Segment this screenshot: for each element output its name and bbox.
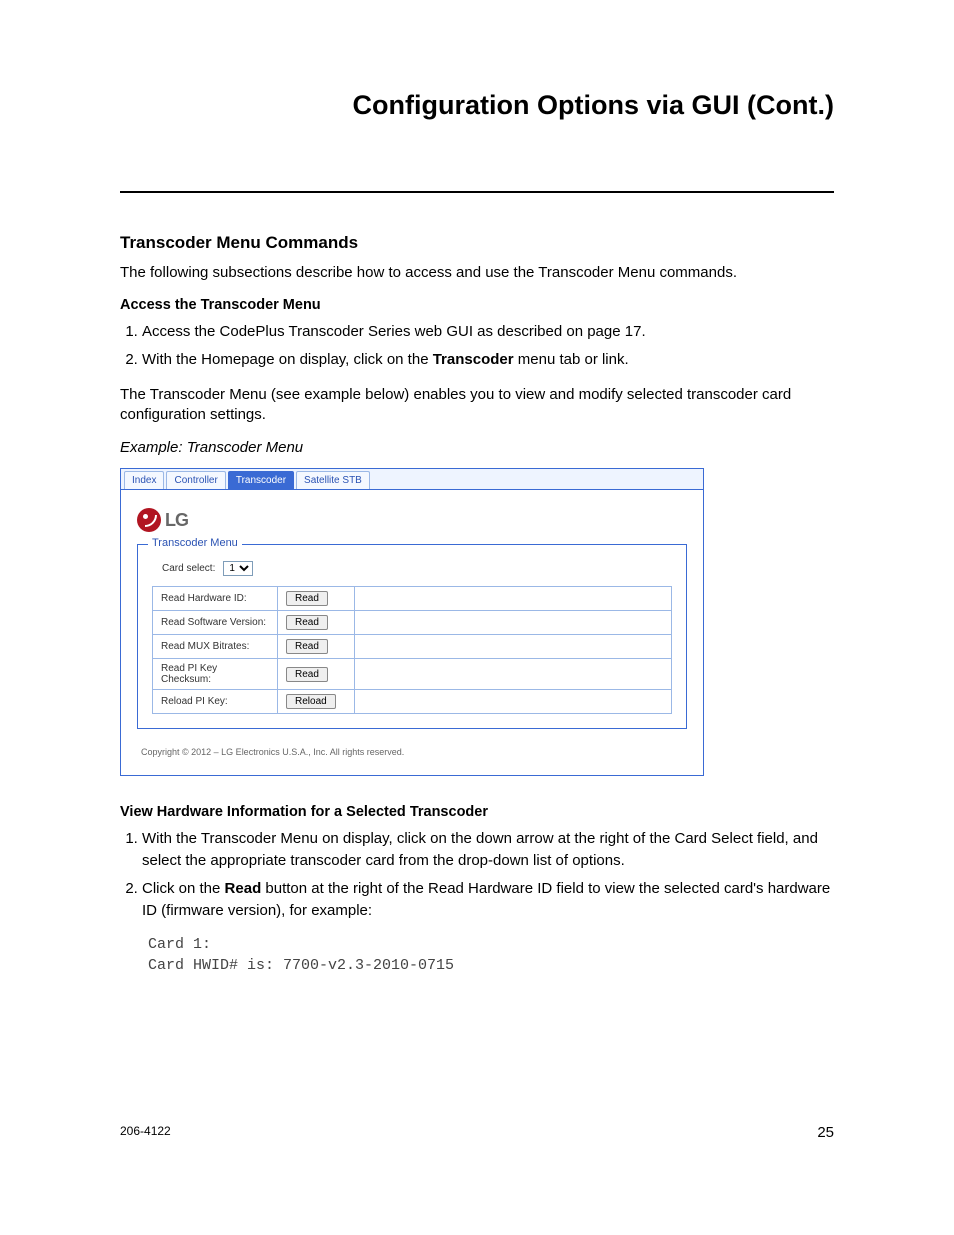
page-title: Configuration Options via GUI (Cont.) xyxy=(120,90,834,121)
command-table: Read Hardware ID: Read Read Software Ver… xyxy=(152,586,672,714)
section-heading: Transcoder Menu Commands xyxy=(120,233,834,253)
gui-body: LG Transcoder Menu Card select: 1 Read H… xyxy=(121,490,703,775)
row-label: Read Software Version: xyxy=(153,611,278,635)
vstep2-pre: Click on the xyxy=(142,880,225,897)
step2-pre: With the Homepage on display, click on t… xyxy=(142,351,433,368)
gui-copyright: Copyright © 2012 – LG Electronics U.S.A.… xyxy=(137,747,687,765)
example-caption: Example: Transcoder Menu xyxy=(120,439,834,456)
read-software-version-button[interactable]: Read xyxy=(286,615,328,630)
tab-index[interactable]: Index xyxy=(124,471,164,489)
view-step-1: With the Transcoder Menu on display, cli… xyxy=(142,828,834,872)
access-steps: Access the CodePlus Transcoder Series we… xyxy=(120,321,834,371)
row-value-cell xyxy=(355,635,672,659)
table-row: Read Software Version: Read xyxy=(153,611,672,635)
row-value-cell xyxy=(355,690,672,714)
card-select-row: Card select: 1 xyxy=(162,561,672,576)
tab-controller[interactable]: Controller xyxy=(166,471,225,489)
row-value-cell xyxy=(355,587,672,611)
transcoder-gui-screenshot: Index Controller Transcoder Satellite ST… xyxy=(120,468,704,776)
row-label: Read MUX Bitrates: xyxy=(153,635,278,659)
table-row: Read PI Key Checksum: Read xyxy=(153,659,672,690)
access-step-2: With the Homepage on display, click on t… xyxy=(142,349,834,371)
after-steps: The Transcoder Menu (see example below) … xyxy=(120,385,834,426)
tab-satellite-stb[interactable]: Satellite STB xyxy=(296,471,370,489)
transcoder-menu-fieldset: Transcoder Menu Card select: 1 Read Hard… xyxy=(137,544,687,729)
code-sample: Card 1: Card HWID# is: 7700-v2.3-2010-07… xyxy=(148,935,834,976)
card-select-label: Card select: xyxy=(162,563,215,574)
vstep2-bold: Read xyxy=(225,880,262,897)
row-btn-cell: Read xyxy=(278,635,355,659)
row-label: Read Hardware ID: xyxy=(153,587,278,611)
lg-logo: LG xyxy=(137,508,687,532)
table-row: Read MUX Bitrates: Read xyxy=(153,635,672,659)
read-hardware-id-button[interactable]: Read xyxy=(286,591,328,606)
row-btn-cell: Reload xyxy=(278,690,355,714)
section-intro: The following subsections describe how t… xyxy=(120,263,834,283)
row-label: Reload PI Key: xyxy=(153,690,278,714)
step2-post: menu tab or link. xyxy=(514,351,629,368)
doc-number: 206-4122 xyxy=(120,1124,171,1141)
row-btn-cell: Read xyxy=(278,611,355,635)
document-page: Configuration Options via GUI (Cont.) Tr… xyxy=(0,0,954,1235)
reload-pi-key-button[interactable]: Reload xyxy=(286,694,336,709)
section-rule xyxy=(120,191,834,193)
table-row: Reload PI Key: Reload xyxy=(153,690,672,714)
subheading-view-hardware: View Hardware Information for a Selected… xyxy=(120,804,834,820)
row-btn-cell: Read xyxy=(278,587,355,611)
view-hardware-steps: With the Transcoder Menu on display, cli… xyxy=(120,828,834,921)
step2-bold: Transcoder xyxy=(433,351,514,368)
access-step-1: Access the CodePlus Transcoder Series we… xyxy=(142,321,834,343)
row-value-cell xyxy=(355,659,672,690)
page-footer: 206-4122 25 xyxy=(120,1124,834,1141)
subheading-access: Access the Transcoder Menu xyxy=(120,297,834,313)
lg-logo-text: LG xyxy=(165,510,188,531)
table-row: Read Hardware ID: Read xyxy=(153,587,672,611)
read-pi-key-checksum-button[interactable]: Read xyxy=(286,667,328,682)
row-value-cell xyxy=(355,611,672,635)
fieldset-legend: Transcoder Menu xyxy=(148,537,242,549)
row-label: Read PI Key Checksum: xyxy=(153,659,278,690)
page-number: 25 xyxy=(817,1124,834,1141)
view-step-2: Click on the Read button at the right of… xyxy=(142,878,834,922)
card-select-dropdown[interactable]: 1 xyxy=(223,561,253,576)
gui-tabs: Index Controller Transcoder Satellite ST… xyxy=(121,469,703,490)
read-mux-bitrates-button[interactable]: Read xyxy=(286,639,328,654)
lg-logo-icon xyxy=(137,508,161,532)
tab-transcoder[interactable]: Transcoder xyxy=(228,471,294,489)
row-btn-cell: Read xyxy=(278,659,355,690)
